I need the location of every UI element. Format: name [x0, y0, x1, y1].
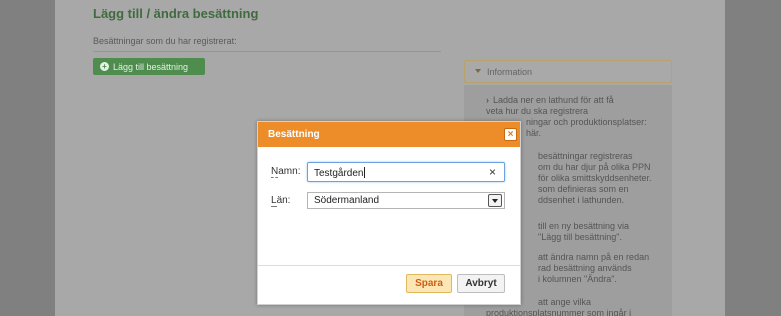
plus-icon: + — [100, 62, 109, 71]
cancel-button[interactable]: Avbryt — [457, 274, 505, 293]
clear-icon[interactable]: × — [489, 165, 496, 179]
info-panel-title: Information — [487, 67, 533, 77]
page-title: Lägg till / ändra besättning — [93, 6, 259, 21]
dialog-header[interactable]: Besättning × — [258, 122, 520, 147]
dialog-divider — [258, 265, 520, 266]
county-label: Län: — [271, 195, 291, 207]
left-gutter — [0, 0, 55, 316]
text-caret — [364, 167, 366, 178]
save-button[interactable]: Spara — [406, 274, 452, 293]
chevron-down-icon — [475, 69, 481, 73]
name-input[interactable]: Testgården × — [307, 162, 505, 182]
herd-dialog: Besättning × Namn: Testgården × Län: Söd… — [257, 121, 521, 305]
add-herd-button-label: Lägg till besättning — [113, 61, 189, 72]
bullet-icon: › — [486, 95, 489, 105]
add-herd-button[interactable]: + Lägg till besättning — [93, 58, 205, 75]
right-gutter — [725, 0, 781, 316]
county-select[interactable]: Södermanland — [307, 192, 505, 209]
name-label: Namn: — [271, 166, 301, 178]
chevron-down-icon[interactable] — [488, 194, 502, 207]
close-icon[interactable]: × — [504, 128, 517, 141]
page: Lägg till / ändra besättning Besättninga… — [0, 0, 781, 316]
county-select-value: Södermanland — [314, 195, 380, 206]
registered-herds-label: Besättningar som du har registrerat: — [93, 36, 237, 46]
info-panel-header[interactable]: Information — [464, 60, 672, 83]
dialog-title: Besättning — [268, 129, 320, 140]
name-input-value: Testgården — [314, 167, 366, 179]
divider — [93, 51, 441, 52]
